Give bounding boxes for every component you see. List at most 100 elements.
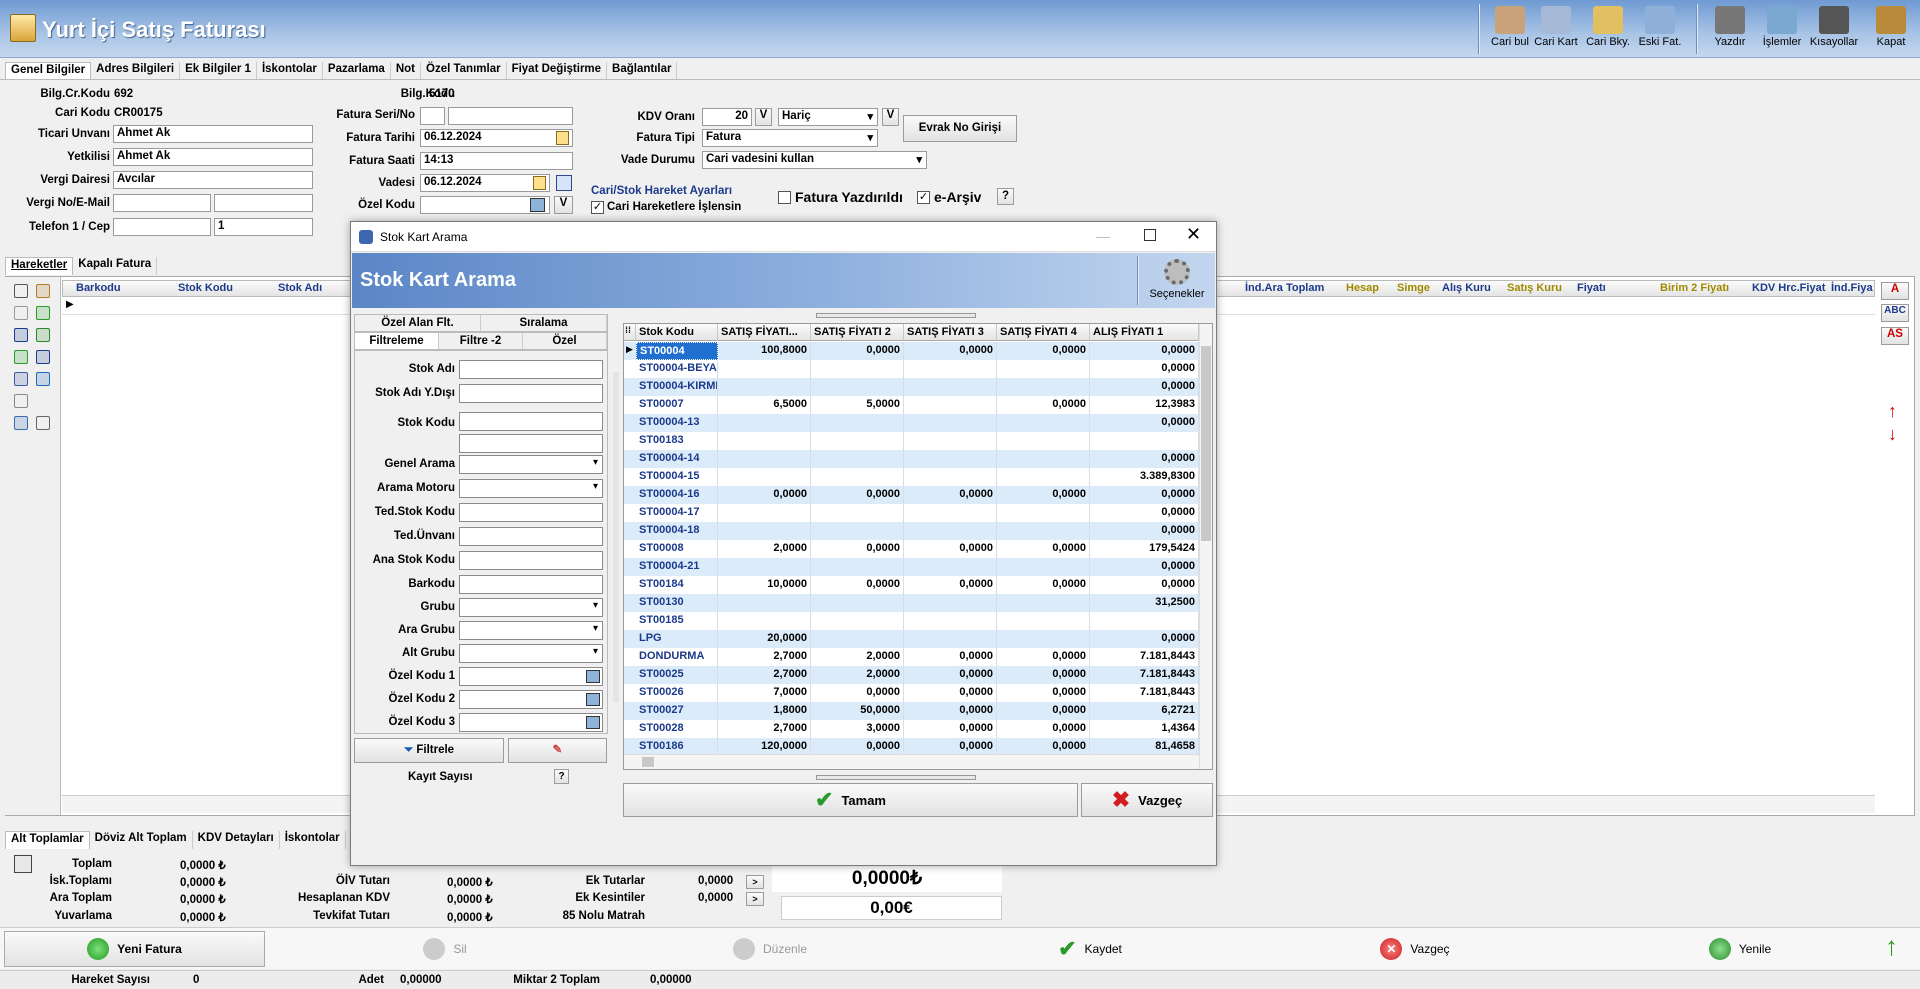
table-icon[interactable] <box>36 372 50 386</box>
yetkilisi-input[interactable]: Ahmet Ak <box>113 148 313 166</box>
toolbar-button-old-invoice[interactable]: Eski Fat. <box>1634 4 1686 54</box>
list-icon[interactable] <box>36 416 50 430</box>
table-col-header[interactable]: SATIŞ FİYATI... <box>718 324 811 341</box>
table-row[interactable]: ST00027 1,8000 50,0000 0,0000 0,0000 6,2721 <box>624 702 1199 720</box>
table-row[interactable]: ▶ ST00004 100,8000 0,0000 0,0000 0,0000 0,0000 <box>624 342 1199 360</box>
clear-filter-button[interactable]: ✎ <box>508 738 607 763</box>
globe-icon[interactable] <box>36 284 50 298</box>
toolbar-button-door-exit[interactable]: Kapat <box>1865 4 1917 54</box>
grid-col-header[interactable]: Barkodu <box>76 282 121 294</box>
table-row[interactable]: ST00028 2,7000 3,0000 0,0000 0,0000 1,4364 <box>624 720 1199 738</box>
filter-button[interactable]: ⏷ Filtrele <box>354 738 504 763</box>
refresh-button[interactable]: Yenile <box>1680 931 1800 967</box>
maximize-icon[interactable] <box>1144 229 1156 241</box>
table-row[interactable]: ST00004-KIRMIZI 0,0000 <box>624 378 1199 396</box>
table-row[interactable]: ST00185 <box>624 612 1199 630</box>
table-row[interactable]: ST00004-18 0,0000 <box>624 522 1199 540</box>
grid-col-header[interactable]: Fiyatı <box>1577 282 1606 294</box>
delete-button[interactable]: Sil <box>395 931 495 967</box>
tab-0[interactable]: Genel Bilgiler <box>5 62 92 80</box>
camera-icon[interactable] <box>586 716 600 729</box>
filter-input[interactable] <box>459 412 603 431</box>
options-button[interactable]: Seçenekler <box>1144 255 1210 305</box>
dialog-cancel-button[interactable]: ✖ Vazgeç <box>1081 783 1213 817</box>
toolbar-button-person-search[interactable]: Cari bul <box>1484 4 1536 54</box>
e-arsiv-checkbox[interactable]: ✓ <box>917 191 930 204</box>
filter-input[interactable] <box>459 360 603 379</box>
toolbar-button-operations[interactable]: İşlemler <box>1756 4 1808 54</box>
filter-tab[interactable]: Özel Alan Flt. <box>355 315 481 331</box>
table-row[interactable]: ST00007 6,5000 5,0000 0,0000 12,3983 <box>624 396 1199 414</box>
fatura-saati-input[interactable]: 14:13 <box>420 152 573 170</box>
filter-input[interactable] <box>459 384 603 403</box>
calendar-grid-icon[interactable] <box>556 175 572 191</box>
top-splitter[interactable] <box>816 313 976 318</box>
minimize-icon[interactable]: — <box>1096 228 1110 244</box>
ek-tutarlar-button[interactable]: > <box>746 875 764 889</box>
tab-8[interactable]: Bağlantılar <box>607 62 678 80</box>
ok-button[interactable]: ✔ Tamam <box>623 783 1078 817</box>
vadesi-input[interactable]: 06.12.2024 <box>420 174 550 192</box>
vade-durumu-select[interactable]: Cari vadesini kullan <box>702 151 927 169</box>
camera-icon[interactable] <box>530 198 545 212</box>
link-icon[interactable] <box>14 416 28 430</box>
ek-kesintiler-button[interactable]: > <box>746 892 764 906</box>
toolbar-button-person-card[interactable]: Cari Kart <box>1530 4 1582 54</box>
table-row[interactable]: ST00004-16 0,0000 0,0000 0,0000 0,0000 0,0000 <box>624 486 1199 504</box>
mid-tab-0[interactable]: Hareketler <box>5 257 74 275</box>
email-input[interactable] <box>214 194 313 212</box>
filter-input[interactable] <box>459 713 603 732</box>
bottom-splitter[interactable] <box>816 775 976 780</box>
grid-col-header[interactable]: Simge <box>1397 282 1430 294</box>
toolbar-button-person-balance[interactable]: Cari Bky. <box>1582 4 1634 54</box>
fatura-no-input[interactable] <box>448 107 573 125</box>
filter-input[interactable]: ▾ <box>459 621 603 640</box>
filter-input[interactable] <box>459 527 603 546</box>
gear-icon[interactable] <box>14 284 28 298</box>
tab-5[interactable]: Not <box>391 62 421 80</box>
kdv-orani-input[interactable]: 20 <box>702 108 752 126</box>
move-up-icon[interactable]: ↑ <box>1888 401 1897 422</box>
tab-2[interactable]: Ek Bilgiler 1 <box>180 62 257 80</box>
filter-input[interactable]: ▾ <box>459 598 603 617</box>
table-row[interactable]: ST00184 10,0000 0,0000 0,0000 0,0000 0,0000 <box>624 576 1199 594</box>
doc-icon[interactable] <box>14 328 28 342</box>
mid-tab-1[interactable]: Kapalı Fatura <box>73 257 158 275</box>
grid-col-header[interactable]: Satış Kuru <box>1507 282 1562 294</box>
bottom-tab-1[interactable]: Döviz Alt Toplam <box>90 831 193 849</box>
grid-col-header[interactable]: İnd.Fiya <box>1831 282 1873 294</box>
copy-icon[interactable] <box>14 394 28 408</box>
evrak-no-button[interactable]: Evrak No Girişi <box>903 115 1017 142</box>
splitter[interactable] <box>613 372 619 702</box>
table-row[interactable]: DONDURMA 2,7000 2,0000 0,0000 0,0000 7.181,84… <box>624 648 1199 666</box>
filter-tab[interactable]: Özel <box>523 333 607 349</box>
new-doc-icon[interactable] <box>14 306 28 320</box>
table-row[interactable]: ST00004-BEYAZ 0,0000 <box>624 360 1199 378</box>
binoculars-icon[interactable] <box>14 372 28 386</box>
filter-input[interactable]: ▾ <box>459 455 603 474</box>
filter-input[interactable] <box>459 503 603 522</box>
cancel-button[interactable]: ✕ Vazgeç <box>1355 931 1475 967</box>
fatura-tarihi-input[interactable]: 06.12.2024 <box>420 129 573 147</box>
spell-check-icon[interactable]: ABC <box>1881 304 1909 322</box>
table-col-header[interactable]: ALIŞ FİYATI 1 <box>1090 324 1199 341</box>
calendar-icon[interactable] <box>533 176 546 190</box>
grid-col-header[interactable]: İnd.Ara Toplam <box>1245 282 1324 294</box>
bottom-tab-3[interactable]: İskontolar <box>280 831 346 849</box>
new-invoice-button[interactable]: Yeni Fatura <box>4 931 265 967</box>
hscroll-thumb[interactable] <box>642 757 654 767</box>
vergi-no-input[interactable] <box>113 194 211 212</box>
table-col-header[interactable]: Stok Kodu <box>636 324 718 341</box>
filter-input[interactable] <box>459 551 603 570</box>
filter-input[interactable]: ▾ <box>459 479 603 498</box>
tab-1[interactable]: Adres Bilgileri <box>91 62 181 80</box>
table-row[interactable]: ST00004-14 0,0000 <box>624 450 1199 468</box>
filter-input[interactable] <box>459 434 603 453</box>
kdv-tipi-select[interactable]: Hariç <box>778 108 878 126</box>
table-hscrollbar[interactable] <box>624 754 1199 769</box>
filter-input[interactable] <box>459 575 603 594</box>
calendar-icon[interactable] <box>556 131 569 145</box>
filter-input[interactable] <box>459 690 603 709</box>
kdv-tipi-v-button[interactable]: V <box>882 108 899 126</box>
tab-3[interactable]: İskontolar <box>257 62 323 80</box>
